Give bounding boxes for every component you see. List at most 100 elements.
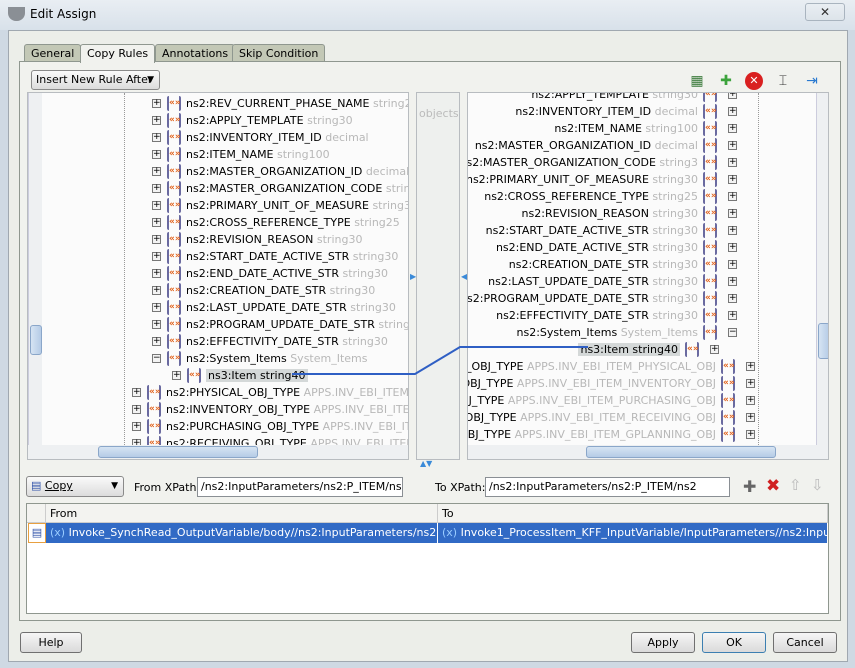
expand-node-icon[interactable]: + <box>728 93 737 99</box>
expand-node-icon[interactable]: + <box>132 405 141 414</box>
tree-node[interactable]: + «» ns2:INVENTORY_OBJ_TYPE APPS.INV_EBI_I… <box>468 375 816 392</box>
mapping-canvas[interactable]: objects <box>416 92 460 460</box>
tree-node[interactable]: + «» ns2:PRIMARY_UNIT_OF_MEASURE string30 <box>468 171 816 188</box>
expand-node-icon[interactable]: + <box>728 260 737 269</box>
tree-node[interactable]: + «» ns2:START_DATE_ACTIVE_STR string30 <box>468 222 816 239</box>
expand-node-icon[interactable]: + <box>132 388 141 397</box>
expand-node-icon[interactable]: + <box>152 150 161 159</box>
tree-node[interactable]: + «» ns2:MASTER_ORGANIZATION_CODE string3 <box>468 154 816 171</box>
tab-skip-condition[interactable]: Skip Condition <box>232 44 326 62</box>
expand-node-icon[interactable]: + <box>152 99 161 108</box>
target-horizontal-scrollbar[interactable] <box>468 445 828 459</box>
expand-node-icon[interactable]: + <box>152 303 161 312</box>
tree-node[interactable]: − «» ns2:System_Items System_Items <box>468 324 816 341</box>
expand-node-icon[interactable]: + <box>172 371 181 380</box>
collapse-down-icon[interactable]: ▲▼ <box>420 459 432 468</box>
scroll-thumb[interactable] <box>586 446 776 458</box>
tree-node[interactable]: + «» ns2:MASTER_ORGANIZATION_ID decimal <box>28 163 408 180</box>
tree-node[interactable]: + «» ns2:END_DATE_ACTIVE_STR string30 <box>468 239 816 256</box>
tree-node[interactable]: + «» ns2:GPLANNING_OBJ_TYPE APPS.INV_EBI_I… <box>468 426 816 443</box>
tab-annotations[interactable]: Annotations <box>155 44 236 62</box>
expand-node-icon[interactable]: + <box>728 141 737 150</box>
tree-node[interactable]: + «» ns2:END_DATE_ACTIVE_STR string30 <box>28 265 408 282</box>
apply-button[interactable]: Apply <box>631 632 695 653</box>
expand-node-icon[interactable]: + <box>746 413 755 422</box>
expand-node-icon[interactable]: + <box>152 286 161 295</box>
xml-fragment-icon[interactable]: ⇥ <box>803 72 821 90</box>
tree-node[interactable]: + «» ns3:Item string40 <box>28 367 408 384</box>
expand-node-icon[interactable]: + <box>152 133 161 142</box>
tree-node[interactable]: + «» ns2:CROSS_REFERENCE_TYPE string25 <box>468 188 816 205</box>
tree-node[interactable]: + «» ns2:EFFECTIVITY_DATE_STR string30 <box>468 307 816 324</box>
tree-node[interactable]: + «» ns2:EFFECTIVITY_DATE_STR string30 <box>28 333 408 350</box>
target-vertical-scrollbar[interactable] <box>816 93 828 445</box>
expand-node-icon[interactable]: + <box>152 252 161 261</box>
tree-node[interactable]: + «» ns2:REV_CURRENT_PHASE_NAME string240 <box>28 95 408 112</box>
remove-icon[interactable]: ✕ <box>745 72 763 90</box>
expand-node-icon[interactable]: + <box>728 107 737 116</box>
column-header-from[interactable]: From <box>46 504 438 523</box>
collapse-node-icon[interactable]: − <box>152 354 161 363</box>
tree-node[interactable]: + «» ns2:APPLY_TEMPLATE string30 <box>28 112 408 129</box>
tree-node[interactable]: + «» ns2:LAST_UPDATE_DATE_STR string30 <box>468 273 816 290</box>
tree-node[interactable]: + «» ns2:PHYSICAL_OBJ_TYPE APPS.INV_EBI_IT… <box>28 384 408 401</box>
expand-node-icon[interactable]: + <box>152 269 161 278</box>
close-button[interactable]: ✕ <box>805 3 845 21</box>
expand-node-icon[interactable]: + <box>746 430 755 439</box>
tree-node[interactable]: + «» ns2:LAST_UPDATE_DATE_STR string30 <box>28 299 408 316</box>
expand-node-icon[interactable]: + <box>728 124 737 133</box>
expand-node-icon[interactable]: + <box>728 192 737 201</box>
tree-node[interactable]: + «» ns2:CROSS_REFERENCE_TYPE string25 <box>28 214 408 231</box>
tree-node[interactable]: + «» ns2:PURCHASING_OBJ_TYPE APPS.INV_EBI_… <box>468 392 816 409</box>
ok-button[interactable]: OK <box>702 632 766 653</box>
expand-node-icon[interactable]: + <box>152 201 161 210</box>
expand-node-icon[interactable]: + <box>152 167 161 176</box>
target-tree[interactable]: + «» ns2:APPLY_TEMPLATE string30 + «» ns2:INV… <box>467 92 829 460</box>
add-rule-icon[interactable]: ✚ <box>743 477 756 496</box>
delete-rule-icon[interactable]: ✖ <box>766 476 780 496</box>
tab-copy-rules[interactable]: Copy Rules <box>80 44 156 63</box>
tree-node[interactable]: + «» ns2:PHYSICAL_OBJ_TYPE APPS.INV_EBI_IT… <box>468 358 816 375</box>
copy-type-dropdown[interactable]: ▤ Copy ▼ <box>26 476 124 497</box>
tree-node[interactable]: + «» ns2:INVENTORY_ITEM_ID decimal <box>28 129 408 146</box>
scroll-thumb[interactable] <box>98 446 258 458</box>
expand-node-icon[interactable]: + <box>132 422 141 431</box>
move-up-icon[interactable]: ⇧ <box>789 476 802 494</box>
help-button[interactable]: Help <box>20 632 82 653</box>
tree-node[interactable]: + «» ns2:MASTER_ORGANIZATION_CODE string3 <box>28 180 408 197</box>
tree-node[interactable]: + «» ns2:MASTER_ORGANIZATION_ID decimal <box>468 137 816 154</box>
from-xpath-input[interactable]: /ns2:InputParameters/ns2:P_ITEM/ns2 <box>197 477 403 497</box>
expand-node-icon[interactable]: + <box>152 116 161 125</box>
expand-node-icon[interactable]: + <box>152 337 161 346</box>
tree-node[interactable]: + «» ns2:PRIMARY_UNIT_OF_MEASURE string30 <box>28 197 408 214</box>
tree-node[interactable]: + «» ns2:REVISION_REASON string30 <box>28 231 408 248</box>
append-icon[interactable]: ✚ <box>717 72 735 90</box>
table-row-from[interactable]: (x) Invoke_SynchRead_OutputVariable/body… <box>46 523 438 543</box>
expand-node-icon[interactable]: + <box>710 345 719 354</box>
tree-node[interactable]: + «» ns2:ITEM_NAME string100 <box>28 146 408 163</box>
expand-node-icon[interactable]: + <box>746 362 755 371</box>
expand-node-icon[interactable]: + <box>152 184 161 193</box>
source-tree[interactable]: +«»ns2:REV_CURRENT_PHASE_NAME string240+… <box>27 92 409 460</box>
expand-node-icon[interactable]: + <box>728 175 737 184</box>
expand-node-icon[interactable]: + <box>746 379 755 388</box>
tree-node[interactable]: + «» ns2:PROGRAM_UPDATE_DATE_STR string30 <box>28 316 408 333</box>
tree-node[interactable]: + «» ns2:APPLY_TEMPLATE string30 <box>468 93 816 103</box>
tree-node[interactable]: + «» ns2:CREATION_DATE_STR string30 <box>468 256 816 273</box>
insert-rule-dropdown[interactable]: Insert New Rule After ▼ <box>31 70 160 90</box>
expand-node-icon[interactable]: + <box>746 396 755 405</box>
tree-node[interactable]: + «» ns2:PURCHASING_OBJ_TYPE APPS.INV_EBI_… <box>28 418 408 435</box>
expand-node-icon[interactable]: + <box>728 294 737 303</box>
collapse-left-icon[interactable]: ▶ <box>410 272 416 281</box>
expand-node-icon[interactable]: + <box>728 277 737 286</box>
expand-node-icon[interactable]: + <box>728 226 737 235</box>
tree-node[interactable]: + «» ns2:REVISION_REASON string30 <box>468 205 816 222</box>
expand-node-icon[interactable]: + <box>152 218 161 227</box>
literal-icon[interactable]: ⌶ <box>774 72 792 90</box>
collapse-node-icon[interactable]: − <box>728 328 737 337</box>
table-row-to[interactable]: (x) Invoke1_ProcessItem_KFF_InputVariabl… <box>438 523 828 543</box>
expand-node-icon[interactable]: + <box>728 311 737 320</box>
expand-node-icon[interactable]: + <box>728 243 737 252</box>
tree-node[interactable]: + «» ns3:Item string40 <box>468 341 816 358</box>
expression-builder-icon[interactable]: ▦ <box>688 72 706 90</box>
